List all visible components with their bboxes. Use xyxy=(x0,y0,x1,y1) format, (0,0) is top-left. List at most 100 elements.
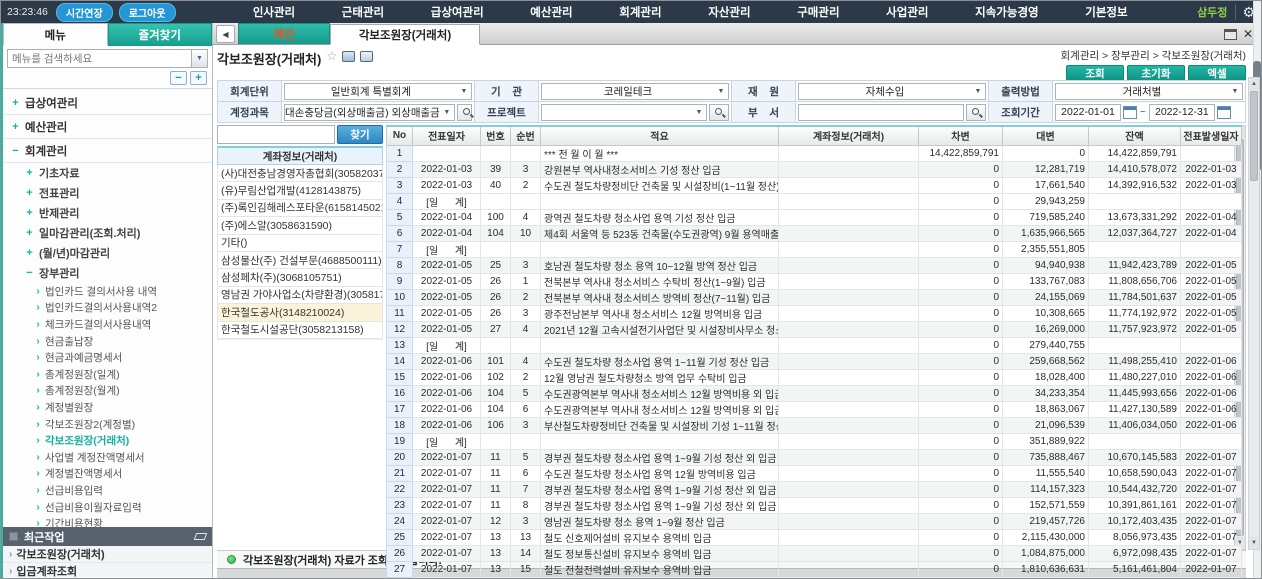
tree-node-icon[interactable]: › xyxy=(35,402,41,413)
query-button[interactable]: 조회 xyxy=(1066,65,1124,81)
sidebar-tree-item[interactable]: + (월/년)마감관리 xyxy=(3,243,212,263)
tree-node-icon[interactable]: › xyxy=(35,468,41,479)
sidebar-tree-item[interactable]: + 기초자료 xyxy=(3,163,212,183)
recent-task-item[interactable]: › 입금계좌조회 xyxy=(3,563,212,579)
sidebar-tree-item[interactable]: › 선급비용이월자료입력 xyxy=(3,499,212,516)
sidebar-tree-item[interactable]: › 선급비용입력 xyxy=(3,482,212,499)
period-to-input[interactable]: 2022-12-31 xyxy=(1149,104,1215,121)
grid-row[interactable]: 62022-01-0410410제4회 서울역 등 523동 건축물(수도권광역… xyxy=(387,225,1242,241)
tree-node-icon[interactable]: + xyxy=(25,247,34,259)
top-menu-item[interactable]: 근태관리 xyxy=(342,4,384,20)
tab-main[interactable]: 메인 xyxy=(238,23,330,44)
grid-row[interactable]: 242022-01-07123영남권 철도차량 청소 용역 1~9월 정산 입금… xyxy=(387,513,1242,529)
grid-row[interactable]: 202022-01-07115경부권 철도차량 청소사업 용역 1~9월 기성 … xyxy=(387,449,1242,465)
sidebar-tree-item[interactable]: › 총계정원장(일계) xyxy=(3,366,212,383)
grid-row[interactable]: 4[일 계]029,943,259 xyxy=(387,193,1242,209)
project-select[interactable]: ▼ xyxy=(541,104,707,121)
tab-current[interactable]: 각보조원장(거래처) xyxy=(330,24,480,45)
excel-button[interactable]: 엑셀 xyxy=(1188,65,1246,81)
top-menu-item[interactable]: 예산관리 xyxy=(530,4,572,20)
sidebar-tree-item[interactable]: › 계정별원장 xyxy=(3,399,212,416)
grid-row[interactable]: 52022-01-041004광역권 철도차량 청소사업 용역 기성 정산 입금… xyxy=(387,209,1242,225)
vendor-row[interactable]: (주)에스알(3058631590) xyxy=(217,217,383,234)
sidebar-tree-item[interactable]: › 법인카드 결의서사용 내역 xyxy=(3,283,212,300)
top-menu-item[interactable]: 기본정보 xyxy=(1085,4,1127,20)
vendor-row[interactable]: 한국철도시설공단(3058213158) xyxy=(217,322,383,339)
tree-node-icon[interactable]: + xyxy=(25,167,34,179)
sidebar-tree-item[interactable]: › 각보조원장(거래처) xyxy=(3,432,212,449)
tree-node-icon[interactable]: › xyxy=(35,336,41,347)
vendor-row[interactable]: (사)대전충남경영자총협회(3058203757) xyxy=(217,165,383,182)
tree-node-icon[interactable]: + xyxy=(25,227,34,239)
grid-header-acct[interactable]: 계좌정보(거래처) xyxy=(779,126,919,145)
sidebar-tree-item[interactable]: › 법인카드결의서사용내역2 xyxy=(3,300,212,317)
tree-node-icon[interactable]: › xyxy=(35,452,41,463)
grid-row[interactable]: 142022-01-061014수도권 철도차량 청소사업 용역 1~11월 기… xyxy=(387,353,1242,369)
tree-node-icon[interactable]: › xyxy=(35,286,41,297)
sidebar-tree-item[interactable]: › 총계정원장(월계) xyxy=(3,383,212,400)
tree-node-icon[interactable]: + xyxy=(11,121,20,133)
grid-header-dr[interactable]: 차변 xyxy=(919,126,1003,145)
fund-select[interactable]: 자체수입▼ xyxy=(798,83,986,100)
recent-task-item[interactable]: › 각보조원장(거래처) xyxy=(3,546,212,563)
grid-header-date[interactable]: 전표일자 xyxy=(413,126,481,145)
vendor-row[interactable]: 영남권 가야사업소(차량환경)(3058173178) xyxy=(217,287,383,304)
tree-node-icon[interactable]: › xyxy=(35,485,41,496)
tab-favorites[interactable]: 즐겨찾기 xyxy=(108,23,213,46)
top-menu-item[interactable]: 급상여관리 xyxy=(431,4,484,20)
grid-row[interactable]: 162022-01-061045수도권광역본부 역사내 청소서비스 12월 방역… xyxy=(387,385,1242,401)
tab-menu[interactable]: 메뉴 xyxy=(3,23,108,46)
grid-row[interactable]: 152022-01-06102212월 영남권 철도차량청소 방역 업무 수탁비… xyxy=(387,369,1242,385)
popup-icon[interactable] xyxy=(360,51,373,62)
period-from-input[interactable]: 2022-01-01 xyxy=(1055,104,1121,121)
grid-row[interactable]: 222022-01-07117경부권 철도차량 청소사업 용역 1~9월 기성 … xyxy=(387,481,1242,497)
accounting-unit-select[interactable]: 일반회계 특별회계▼ xyxy=(284,83,472,100)
output-method-select[interactable]: 거래처별▼ xyxy=(1055,83,1243,100)
sidebar-tree-item[interactable]: + 예산관리 xyxy=(3,115,212,139)
scrollbar-thumb[interactable] xyxy=(1250,91,1258,181)
vendor-row[interactable]: 삼성물산(주) 건설부문(4688500111) xyxy=(217,252,383,269)
grid-header-cr[interactable]: 대변 xyxy=(1003,126,1089,145)
grid-row[interactable]: 122022-01-052742021년 12월 고속시설전기사업단 및 시설장… xyxy=(387,321,1242,337)
grid-row[interactable]: 1*** 전 월 이 월 ***14,422,859,791014,422,85… xyxy=(387,145,1242,161)
vendor-row[interactable]: 한국철도공사(3148210024) xyxy=(217,304,383,321)
sidebar-tree-item[interactable]: › 체크카드결의서사용내역 xyxy=(3,316,212,333)
page-scrollbar[interactable]: ▲ ▼ xyxy=(1248,77,1260,550)
sidebar-tree-item[interactable]: › 현금과예금명세서 xyxy=(3,349,212,366)
tree-node-icon[interactable]: › xyxy=(35,435,41,446)
vendor-row[interactable]: 삼성페차(주)(3068105751) xyxy=(217,269,383,286)
grid-header-desc[interactable]: 적요 xyxy=(541,126,779,145)
grid-header-vd[interactable]: 전표발생일자 xyxy=(1181,126,1242,145)
grid-header-seq[interactable]: 순번 xyxy=(511,126,541,145)
tree-node-icon[interactable]: › xyxy=(35,419,41,430)
session-extend-button[interactable]: 시간연장 xyxy=(56,3,113,22)
eraser-icon[interactable] xyxy=(194,533,208,540)
tree-node-icon[interactable]: + xyxy=(25,187,34,199)
tree-node-icon[interactable]: › xyxy=(35,352,41,363)
sidebar-tree-item[interactable]: + 반제관리 xyxy=(3,203,212,223)
grid-row[interactable]: 182022-01-061063부산철도차량정비단 건축물 및 시설장비 기성 … xyxy=(387,417,1242,433)
vendor-search-input[interactable] xyxy=(217,125,335,144)
top-menu-item[interactable]: 지속가능경영 xyxy=(975,4,1038,20)
top-menu-item[interactable]: 회계관리 xyxy=(619,4,661,20)
find-button[interactable]: 찾기 xyxy=(337,125,383,144)
window-restore-icon[interactable] xyxy=(1224,29,1237,40)
sidebar-tree-item[interactable]: + 급상여관리 xyxy=(3,91,212,115)
logout-button[interactable]: 로그아웃 xyxy=(119,3,176,22)
scroll-down-icon[interactable]: ▼ xyxy=(1249,537,1259,549)
expand-all-button[interactable]: + xyxy=(190,71,207,85)
agency-select[interactable]: 코레일테크▼ xyxy=(541,83,729,100)
close-icon[interactable]: ✕ xyxy=(1243,27,1253,41)
tree-node-icon[interactable]: › xyxy=(35,369,41,380)
top-menu-item[interactable]: 구매관리 xyxy=(797,4,839,20)
sidebar-tree-item[interactable]: › 기간비용현황 xyxy=(3,515,212,527)
grid-header-bal[interactable]: 잔액 xyxy=(1089,126,1181,145)
sidebar-tree-item[interactable]: + 일마감관리(조회.처리) xyxy=(3,223,212,243)
account-search-button[interactable] xyxy=(457,104,472,121)
sidebar-tree-item[interactable]: − 장부관리 xyxy=(3,263,212,283)
sidebar-tree-item[interactable]: › 각보조원장2(계정별) xyxy=(3,416,212,433)
dept-search-button[interactable] xyxy=(966,104,986,121)
reset-button[interactable]: 초기화 xyxy=(1127,65,1185,81)
grid-row[interactable]: 272022-01-071315철도 전철전력설비 유지보수 용역비 입금01,… xyxy=(387,561,1242,577)
vendor-row[interactable]: (유)무림산업개발(4128143875) xyxy=(217,182,383,199)
